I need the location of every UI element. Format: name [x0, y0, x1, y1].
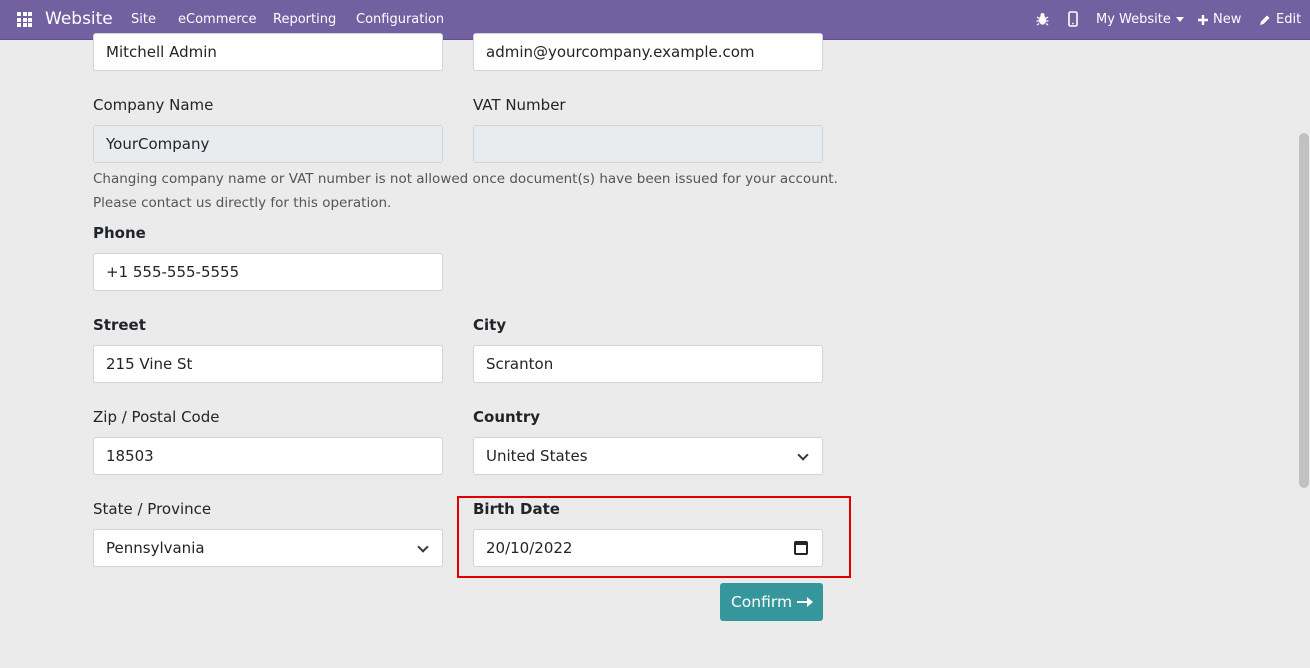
- company-name-label: Company Name: [93, 96, 214, 114]
- zip-label: Zip / Postal Code: [93, 408, 220, 426]
- debug-bug-icon[interactable]: [1036, 12, 1049, 26]
- phone-label: Phone: [93, 224, 146, 242]
- apps-grid-icon[interactable]: [17, 12, 32, 27]
- company-name-input: YourCompany: [93, 125, 443, 163]
- scrollbar-thumb[interactable]: [1299, 133, 1309, 488]
- website-selector[interactable]: My Website: [1096, 12, 1184, 27]
- street-label: Street: [93, 316, 146, 334]
- street-input[interactable]: 215 Vine St: [93, 345, 443, 383]
- state-select[interactable]: Pennsylvania: [93, 529, 443, 567]
- app-brand[interactable]: Website: [45, 9, 113, 29]
- menu-reporting[interactable]: Reporting: [273, 12, 336, 27]
- state-label: State / Province: [93, 500, 212, 518]
- page-scrollbar[interactable]: [1296, 40, 1310, 668]
- menu-site[interactable]: Site: [131, 12, 156, 27]
- name-input[interactable]: Mitchell Admin: [93, 33, 443, 71]
- plus-icon: [1198, 14, 1208, 25]
- country-label: Country: [473, 408, 541, 426]
- company-help-text-line1: Changing company name or VAT number is n…: [93, 171, 838, 187]
- vat-number-input: [473, 125, 823, 163]
- new-button-label: New: [1213, 12, 1242, 27]
- mobile-preview-icon[interactable]: [1068, 11, 1078, 27]
- website-selector-label: My Website: [1096, 12, 1171, 27]
- birth-date-highlight: [457, 496, 851, 578]
- country-select[interactable]: United States: [473, 437, 823, 475]
- pencil-icon: [1260, 15, 1270, 25]
- new-button[interactable]: New: [1197, 12, 1241, 27]
- city-input[interactable]: Scranton: [473, 345, 823, 383]
- edit-button-label: Edit: [1276, 12, 1302, 27]
- chevron-down-icon: [1175, 17, 1184, 22]
- confirm-button[interactable]: Confirm: [720, 583, 823, 621]
- confirm-button-label: Confirm: [730, 593, 793, 611]
- arrow-right-icon: [797, 597, 814, 607]
- vat-number-label: VAT Number: [473, 96, 566, 114]
- company-help-text-line2: Please contact us directly for this oper…: [93, 195, 392, 211]
- edit-button[interactable]: Edit: [1259, 12, 1301, 27]
- email-input[interactable]: admin@yourcompany.example.com: [473, 33, 823, 71]
- state-select-value: Pennsylvania: [106, 539, 205, 557]
- zip-input[interactable]: 18503: [93, 437, 443, 475]
- city-label: City: [473, 316, 507, 334]
- chevron-down-icon: [797, 449, 809, 461]
- menu-ecommerce[interactable]: eCommerce: [178, 12, 257, 27]
- country-select-value: United States: [486, 447, 588, 465]
- menu-configuration[interactable]: Configuration: [356, 12, 444, 27]
- phone-input[interactable]: +1 555-555-5555: [93, 253, 443, 291]
- chevron-down-icon: [417, 541, 429, 553]
